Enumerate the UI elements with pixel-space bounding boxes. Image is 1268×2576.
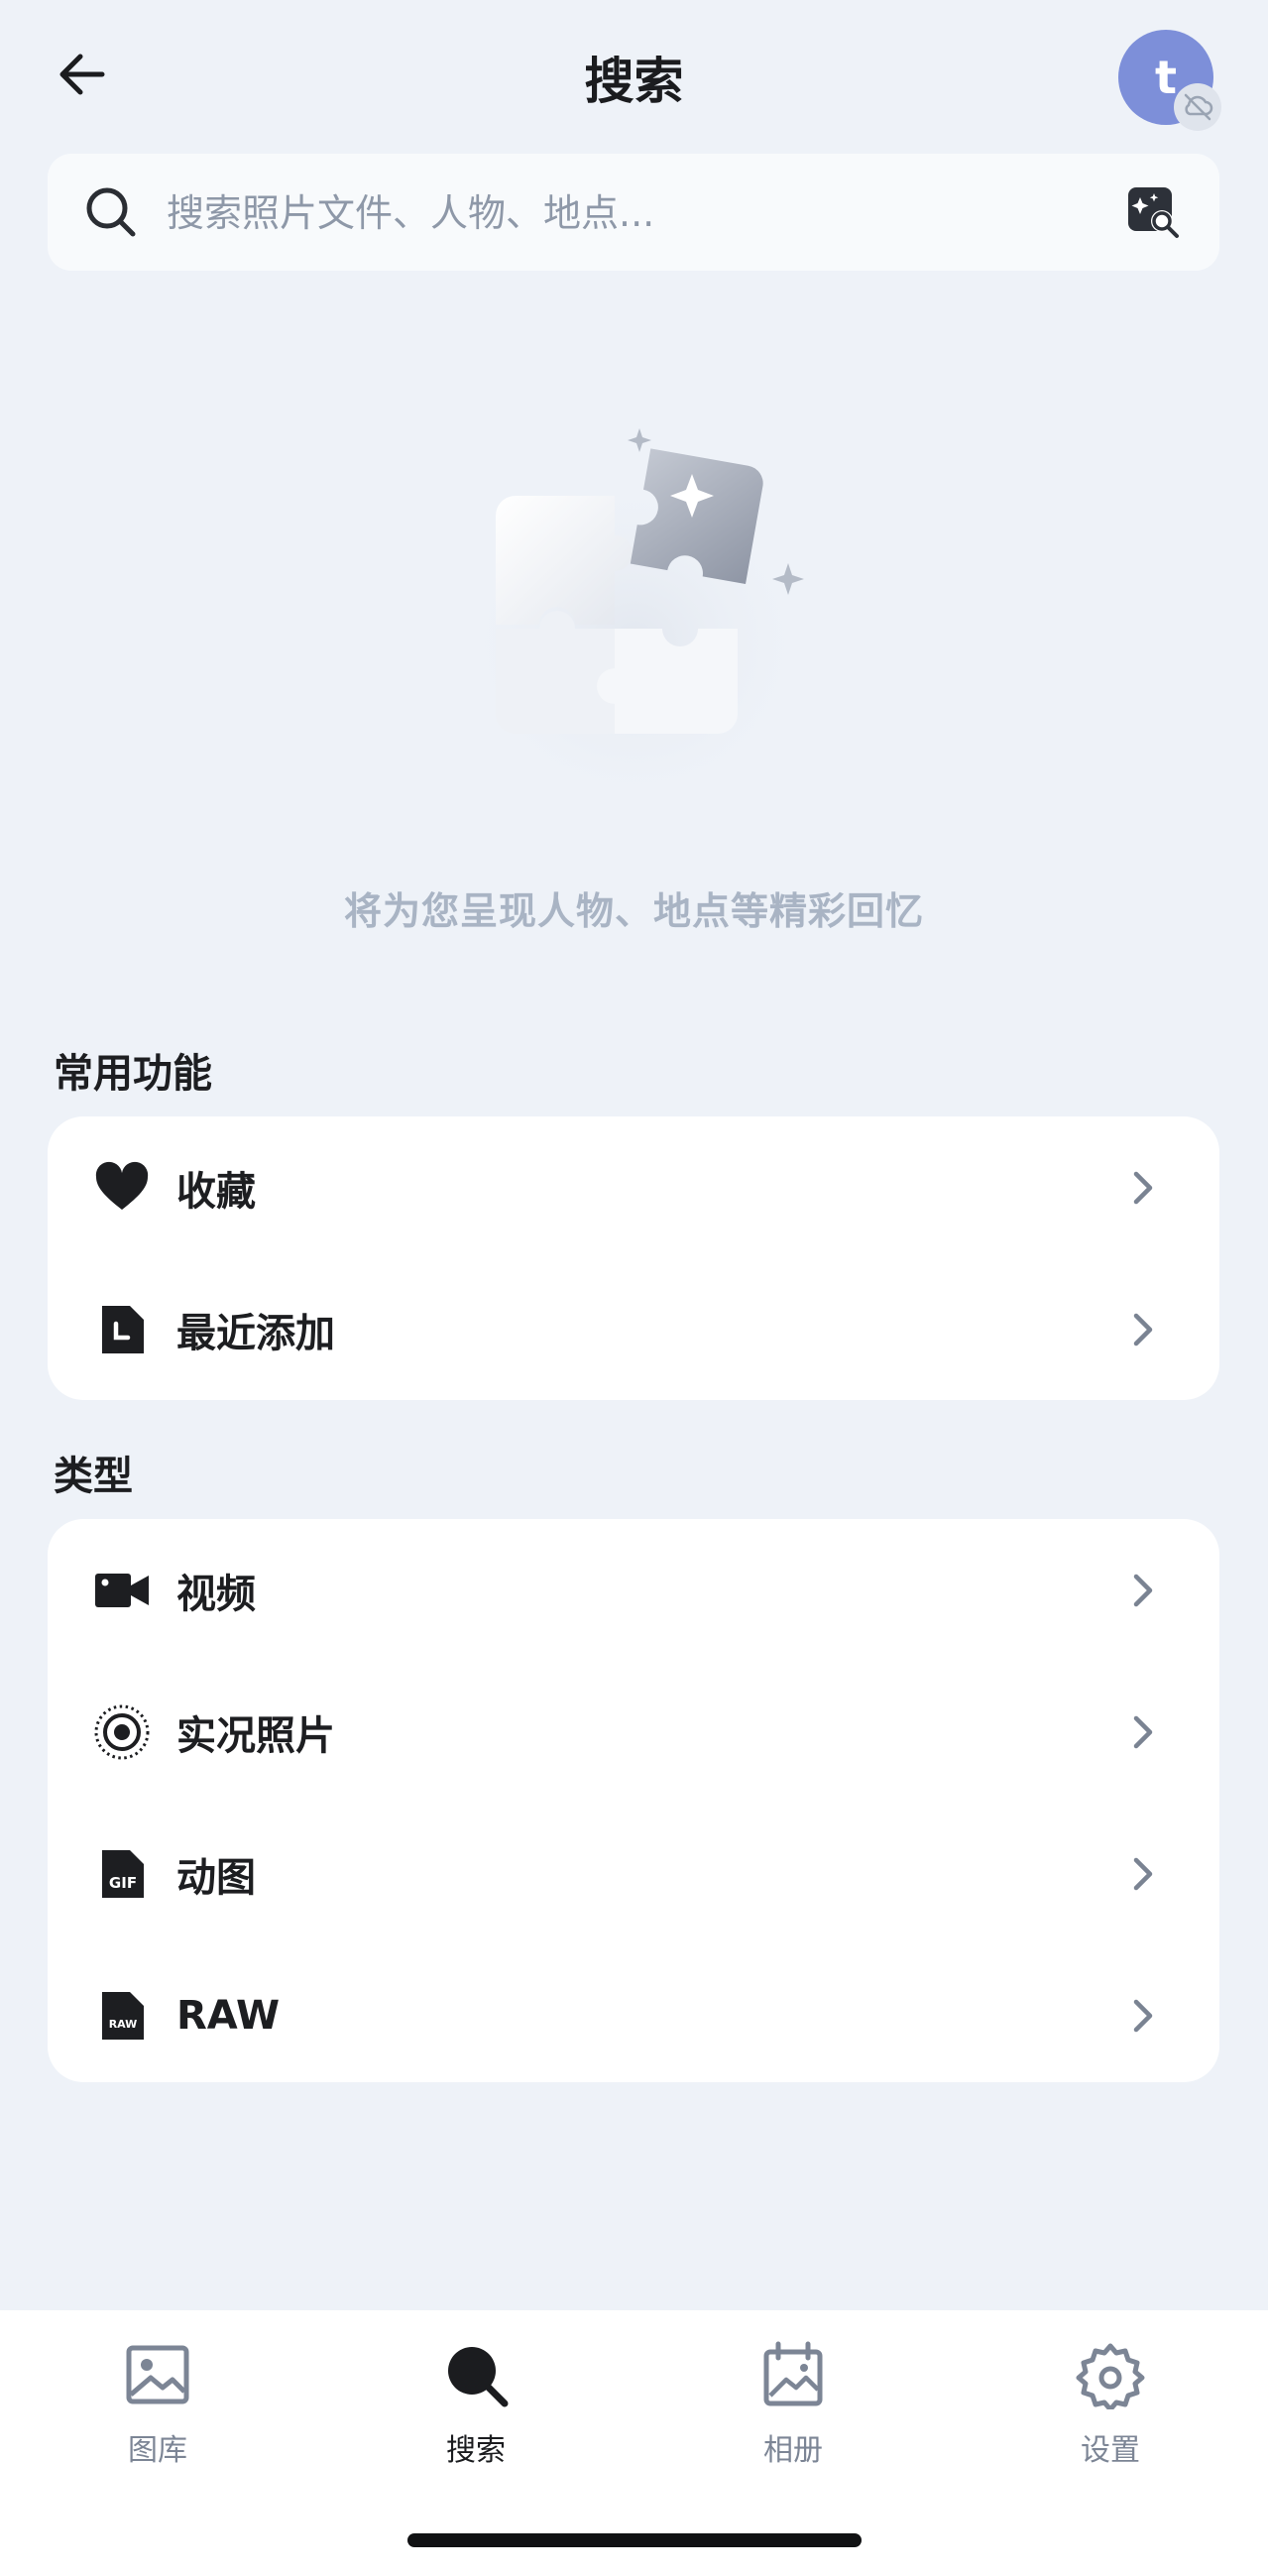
page-title: 搜索 [584, 53, 684, 110]
image-search-icon [1128, 187, 1179, 238]
chevron-right-icon [1133, 1171, 1153, 1204]
search-bar [48, 154, 1219, 271]
search-icon [448, 2347, 509, 2407]
header: 搜索 t [0, 0, 1268, 149]
list-item-label: 收藏 [176, 1168, 256, 1215]
list-item-label: RAW [176, 1992, 281, 2039]
settings-gear-icon [1076, 2343, 1145, 2409]
chevron-right-icon [1133, 1857, 1153, 1890]
section-title-types: 类型 [54, 1454, 133, 1499]
svg-text:RAW: RAW [109, 2018, 138, 2031]
chevron-right-icon [1133, 1574, 1153, 1606]
raw-file-icon: RAW [93, 1987, 151, 2045]
list-item-live-photo[interactable]: 实况照片 [48, 1661, 1219, 1803]
list-item-gif[interactable]: GIF 动图 [48, 1803, 1219, 1944]
list-item-recently-added[interactable]: 最近添加 [48, 1258, 1219, 1400]
live-photo-icon [93, 1703, 151, 1761]
chevron-right-icon [1133, 1715, 1153, 1748]
nav-tab-search[interactable]: 搜索 [377, 2340, 575, 2489]
types-card: 视频 实况照片 GIF 动图 RAW RAW [48, 1519, 1219, 2082]
gallery-icon [126, 2345, 189, 2404]
puzzle-illustration [436, 416, 833, 813]
empty-state-hint: 将为您呈现人物、地点等精彩回忆 [343, 889, 924, 933]
chevron-right-icon [1133, 1999, 1153, 2032]
nav-label-settings: 设置 [1081, 2433, 1140, 2468]
search-icon [83, 184, 139, 240]
section-title-common: 常用功能 [54, 1051, 212, 1097]
search-input[interactable] [165, 181, 1120, 245]
avatar[interactable]: t [1118, 30, 1221, 131]
nav-tab-album[interactable]: 相册 [694, 2340, 892, 2489]
list-item-label: 视频 [176, 1571, 256, 1617]
list-item-favorites[interactable]: 收藏 [48, 1116, 1219, 1258]
common-features-card: 收藏 最近添加 [48, 1116, 1219, 1400]
heart-icon [93, 1159, 151, 1217]
video-camera-icon [93, 1562, 151, 1619]
gif-file-icon: GIF [93, 1845, 151, 1903]
svg-text:GIF: GIF [109, 1874, 137, 1892]
nav-label-gallery: 图库 [128, 2433, 187, 2468]
avatar-letter: t [1155, 51, 1177, 104]
nav-label-search: 搜索 [446, 2433, 506, 2468]
list-item-video[interactable]: 视频 [48, 1519, 1219, 1661]
cloud-off-icon [1174, 83, 1221, 131]
nav-tab-settings[interactable]: 设置 [1011, 2340, 1210, 2489]
album-icon [763, 2341, 823, 2406]
nav-label-album: 相册 [763, 2433, 823, 2468]
image-search-button[interactable] [1122, 181, 1184, 243]
list-item-label: 动图 [176, 1854, 256, 1901]
chevron-right-icon [1133, 1313, 1153, 1346]
home-indicator [407, 2533, 862, 2547]
list-item-raw[interactable]: RAW RAW [48, 1944, 1219, 2086]
list-item-label: 最近添加 [176, 1310, 335, 1356]
nav-tab-gallery[interactable]: 图库 [58, 2340, 257, 2489]
list-item-label: 实况照片 [176, 1712, 335, 1759]
recent-added-icon [93, 1301, 151, 1358]
